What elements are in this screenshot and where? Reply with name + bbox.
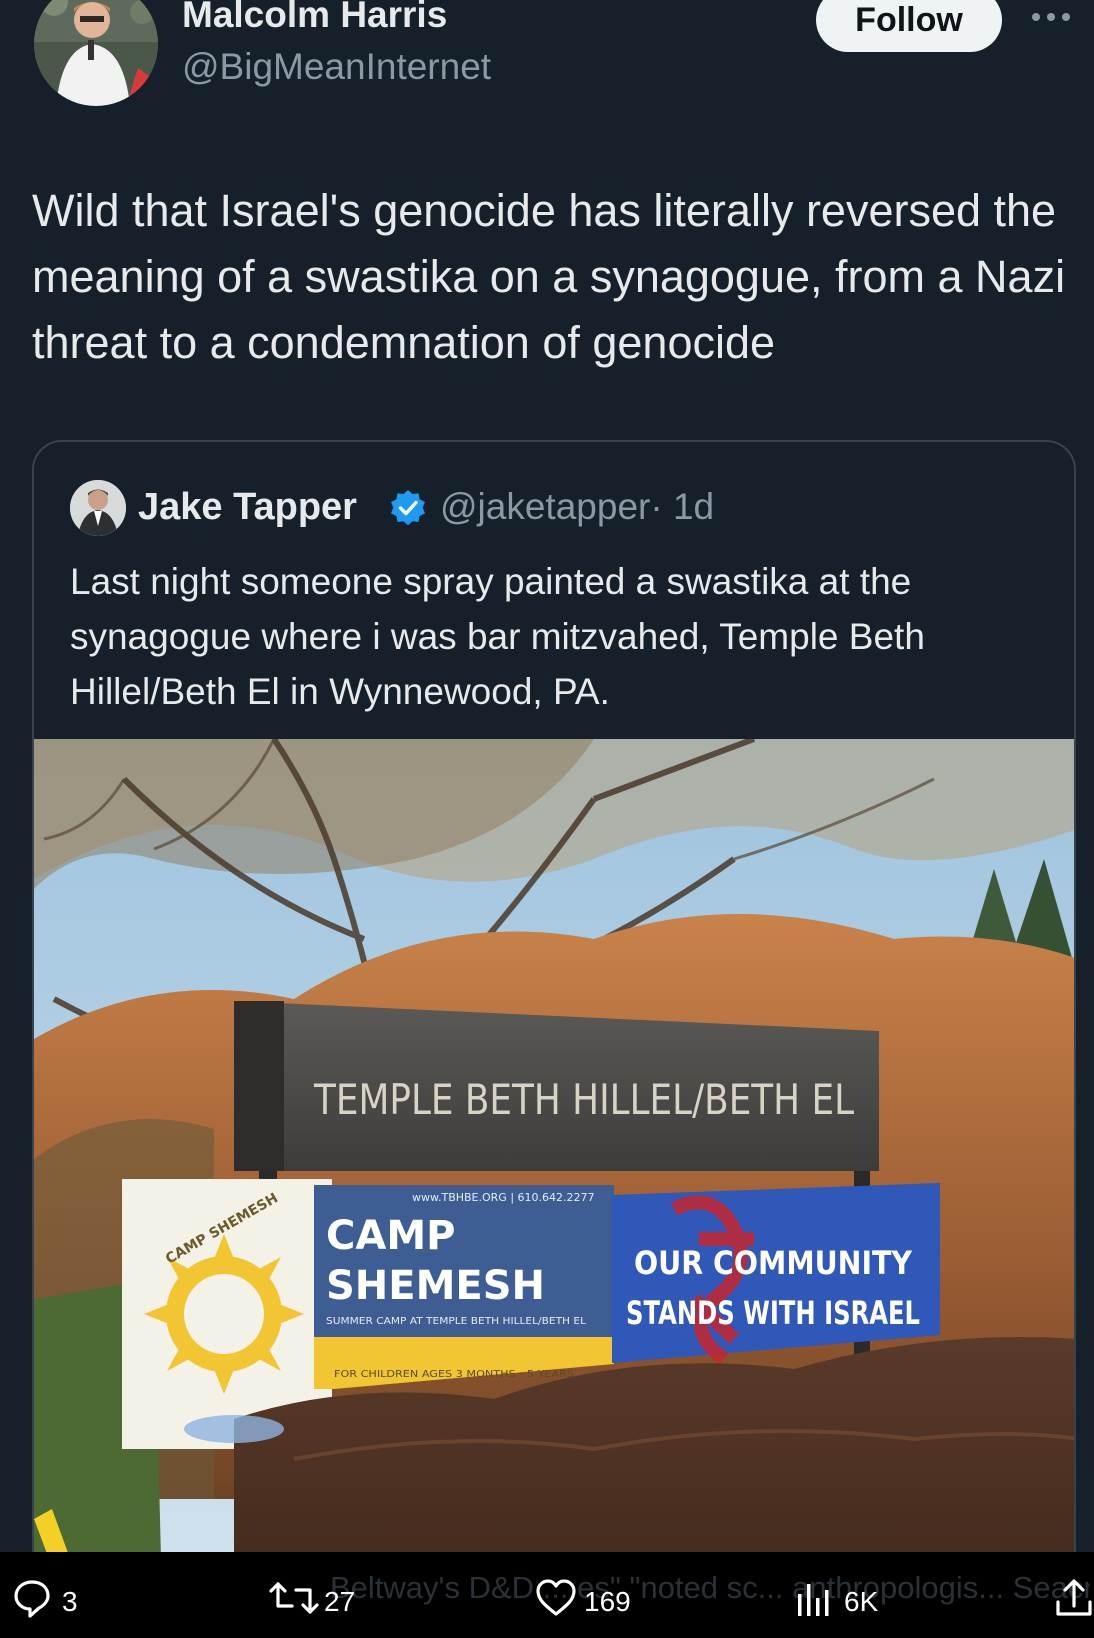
camp-ages-text: FOR CHILDREN AGES 3 MONTHS - 5 YEARS	[334, 1369, 574, 1380]
camp-line2-text: SHEMESH	[326, 1263, 545, 1309]
quoted-tweet-text: Last night someone spray painted a swast…	[70, 561, 925, 712]
quoted-tweet-photo[interactable]: TEMPLE BETH HILLEL/BETH EL CAMP SHEMESH …	[34, 739, 1076, 1638]
background-overlay-text: Beltway's D&D ... es" "noted sc... anthr…	[330, 1570, 1090, 1605]
share-button[interactable]	[1054, 1576, 1094, 1624]
repost-icon	[269, 1582, 319, 1614]
sign-main-text: TEMPLE BETH HILLEL/BETH EL	[313, 1075, 854, 1124]
banner-line1-text: OUR COMMUNITY	[634, 1244, 913, 1282]
author-handle[interactable]: @BigMeanInternet	[182, 46, 491, 88]
like-count: 169	[584, 1586, 631, 1617]
quoted-handle-text: @jaketapper	[440, 486, 651, 527]
quoted-time: · 1d	[650, 486, 715, 527]
more-icon[interactable]	[1028, 2, 1074, 32]
camp-url-text: www.TBHBE.ORG | 610.642.2277	[412, 1191, 595, 1204]
share-icon	[1056, 1579, 1092, 1616]
repost-count: 27	[324, 1586, 356, 1617]
follow-button[interactable]: Follow	[816, 0, 1002, 52]
banner-line2-text: STANDS WITH ISRAEL	[626, 1294, 920, 1332]
repost-button[interactable]: 27	[268, 1576, 358, 1624]
reply-button[interactable]: 3	[12, 1576, 82, 1624]
quoted-author-handle[interactable]: @jaketapper· 1d	[440, 486, 714, 528]
camp-sub-text: SUMMER CAMP AT TEMPLE BETH HILLEL/BETH E…	[326, 1316, 586, 1327]
reply-icon	[14, 1580, 50, 1618]
like-button[interactable]: 169	[534, 1576, 644, 1624]
quoted-author-name[interactable]: Jake Tapper	[138, 486, 357, 529]
camp-line1-text: CAMP	[326, 1213, 455, 1259]
views-button[interactable]: 6K	[796, 1576, 896, 1624]
verified-icon	[391, 490, 425, 526]
views-count: 6K	[844, 1586, 879, 1617]
tweet-page: Malcolm Harris @BigMeanInternet Follow W…	[0, 0, 1094, 1638]
author-avatar[interactable]	[34, 0, 158, 106]
tweet-text: Wild that Israel's genocide has literall…	[32, 185, 1066, 368]
quoted-author-avatar[interactable]	[70, 480, 126, 536]
like-icon	[536, 1579, 576, 1616]
tweet-header: Malcolm Harris @BigMeanInternet Follow	[0, 0, 1094, 120]
reply-count: 3	[62, 1586, 78, 1617]
author-name[interactable]: Malcolm Harris	[182, 0, 447, 36]
views-icon	[798, 1584, 829, 1616]
quoted-tweet[interactable]: Jake Tapper @jaketapper· 1d Last night s…	[32, 440, 1076, 1638]
